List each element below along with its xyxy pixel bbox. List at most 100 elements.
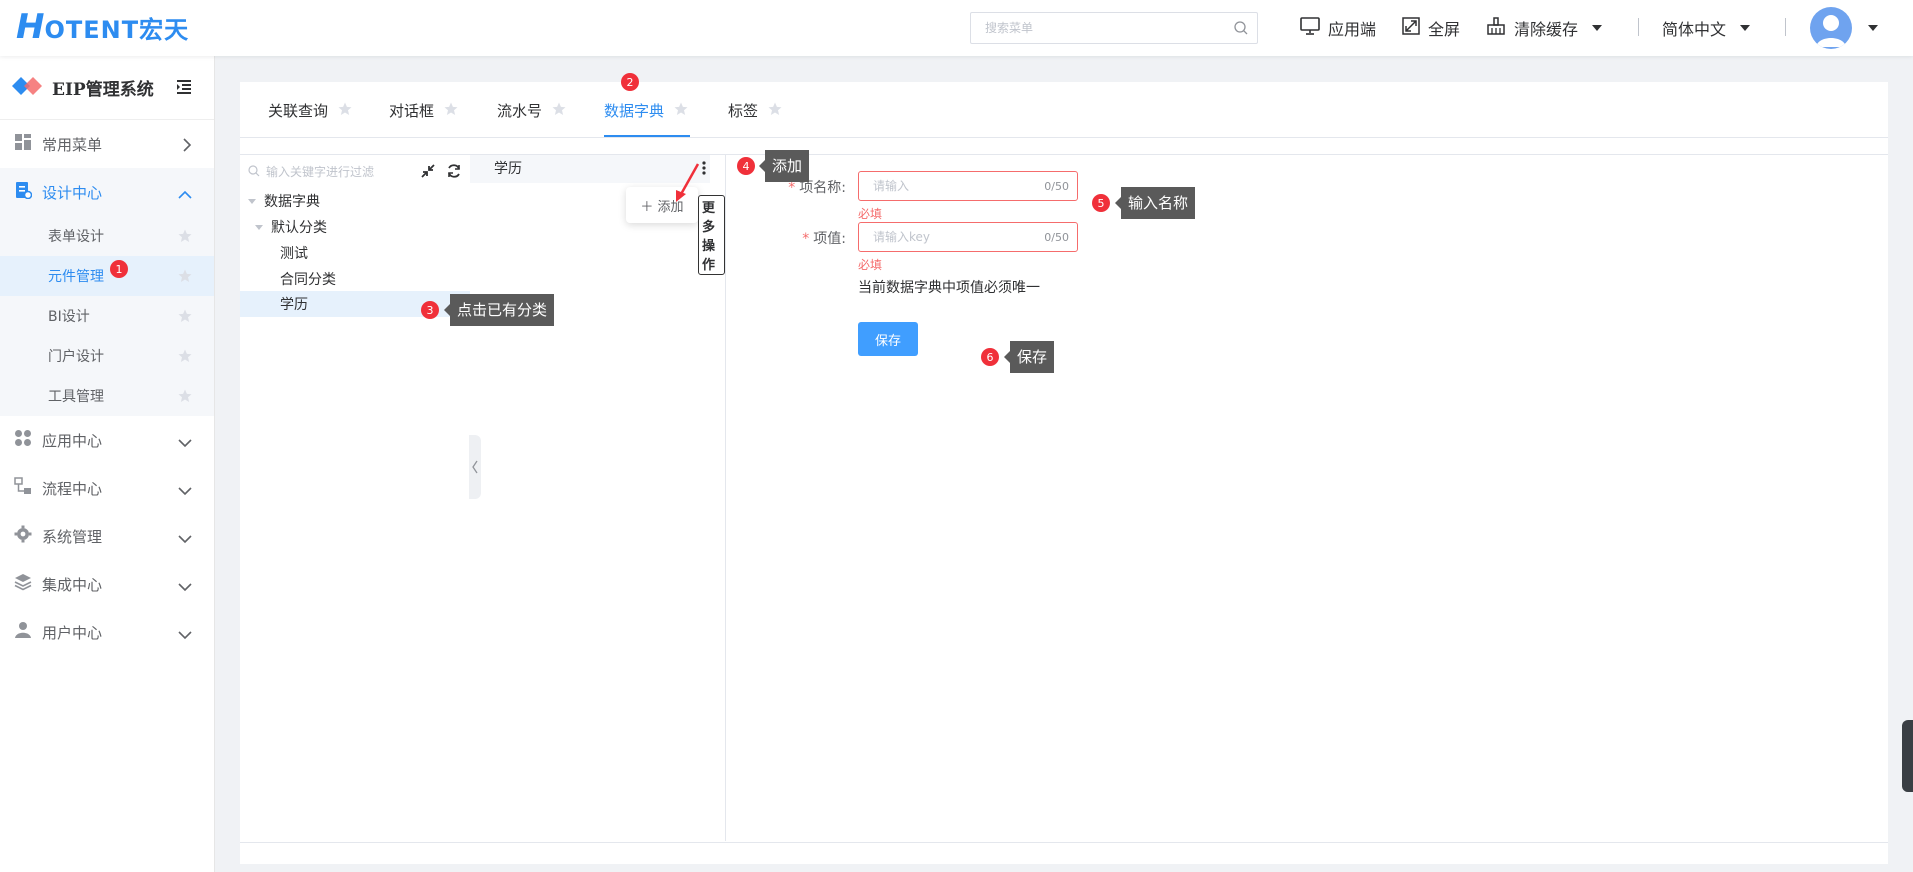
menu-search-input[interactable] <box>985 13 1225 43</box>
side-widget-tab[interactable] <box>1902 720 1913 792</box>
refresh-icon[interactable] <box>446 163 462 183</box>
star-icon[interactable] <box>178 349 192 367</box>
sub-item-label: BI设计 <box>48 309 90 325</box>
collapse-all-icon[interactable] <box>420 163 436 183</box>
item-value-input[interactable] <box>873 223 1033 251</box>
design-doc-icon <box>14 181 33 203</box>
tree-node-label: 测试 <box>280 246 308 262</box>
char-count: 0/50 <box>1044 180 1069 193</box>
star-icon[interactable] <box>444 102 458 120</box>
selected-category-label: 学历 <box>494 161 522 177</box>
tab-related-query[interactable]: 关联查询 <box>268 100 352 121</box>
menu-system-mgmt[interactable]: 系统管理 <box>0 512 214 560</box>
more-vertical-icon[interactable] <box>702 161 706 179</box>
callout-click-category: 点击已有分类 <box>443 294 555 326</box>
save-label: 保存 <box>874 333 901 349</box>
tree-filter-input[interactable] <box>266 165 416 179</box>
star-icon[interactable] <box>178 309 192 327</box>
fullscreen-button[interactable]: 全屏 <box>1402 16 1460 40</box>
star-icon[interactable] <box>178 389 192 407</box>
name-error: 必填 <box>858 207 883 221</box>
star-icon[interactable] <box>178 269 192 287</box>
value-error: 必填 <box>858 258 883 272</box>
star-icon[interactable] <box>178 229 192 247</box>
uniqueness-note: 当前数据字典中项值必须唯一 <box>858 280 1040 296</box>
step-badge-4: 4 <box>737 157 755 175</box>
system-logo-icon <box>12 75 42 101</box>
monitor-icon <box>1300 17 1328 39</box>
save-button[interactable]: 保存 <box>858 322 918 356</box>
tab-tags[interactable]: 标签 <box>728 100 782 121</box>
chevron-down-icon <box>1740 25 1751 31</box>
gear-icon <box>14 525 32 547</box>
sub-item-label: 门户设计 <box>48 349 104 365</box>
sidebar: EIP管理系统 常用菜单 设计中心 表单设计 元件管理 BI设计 门户设计 工具… <box>0 56 215 872</box>
sidebar-item-portal-design[interactable]: 门户设计 <box>0 336 214 376</box>
tree-node-root[interactable]: 数据字典 <box>248 191 320 211</box>
header-divider <box>1638 18 1639 36</box>
clear-cache-button[interactable]: 清除缓存 <box>1486 16 1603 40</box>
menu-app-center[interactable]: 应用中心 <box>0 416 214 464</box>
menu-integration-center[interactable]: 集成中心 <box>0 560 214 608</box>
language-select[interactable]: 简体中文 <box>1662 16 1751 40</box>
menu-fold-icon[interactable] <box>176 80 192 98</box>
search-icon <box>248 164 260 180</box>
clear-cache-label: 清除缓存 <box>1514 20 1579 39</box>
chevron-down-icon[interactable] <box>1868 25 1878 31</box>
tree-node-test[interactable]: 测试 <box>280 243 308 263</box>
menu-label: 应用中心 <box>42 431 103 450</box>
chevron-down-icon <box>1592 25 1603 31</box>
tree-node-contract[interactable]: 合同分类 <box>280 269 336 289</box>
fullscreen-label: 全屏 <box>1428 20 1461 39</box>
tab-dialog[interactable]: 对话框 <box>389 100 458 121</box>
tree-node-label: 默认分类 <box>271 220 327 236</box>
tree-node-label: 数据字典 <box>264 194 320 210</box>
menu-user-center[interactable]: 用户中心 <box>0 608 214 656</box>
chevron-down-icon <box>178 530 192 548</box>
menu-search-box[interactable] <box>970 12 1258 44</box>
sub-item-label: 表单设计 <box>48 229 104 245</box>
system-title: EIP管理系统 <box>52 80 154 100</box>
chevron-down-icon <box>178 482 192 500</box>
star-icon[interactable] <box>338 102 352 120</box>
step-badge-6: 6 <box>981 348 999 366</box>
dictionary-item-list: 学历 ＋ 添加 更多操作 <box>470 155 726 841</box>
required-asterisk: * <box>788 180 796 196</box>
grid-icon <box>14 133 32 155</box>
step-badge-1: 1 <box>110 260 128 278</box>
header-divider <box>1785 18 1786 36</box>
component-tabs: 关联查询 对话框 流水号 数据字典 标签 <box>240 82 1888 138</box>
chevron-up-icon <box>178 186 192 204</box>
app-end-button[interactable]: 应用端 <box>1300 16 1376 40</box>
app-end-label: 应用端 <box>1328 20 1377 39</box>
search-icon[interactable] <box>1233 20 1249 40</box>
step-badge-3: 3 <box>421 301 439 319</box>
menu-design-center[interactable]: 设计中心 <box>0 168 214 216</box>
tab-data-dictionary[interactable]: 数据字典 <box>604 100 688 121</box>
sidebar-item-form-design[interactable]: 表单设计 <box>0 216 214 256</box>
chevron-right-icon <box>182 138 192 156</box>
user-icon <box>14 621 32 643</box>
expand-caret-icon[interactable] <box>255 224 263 230</box>
expand-caret-icon[interactable] <box>248 198 256 204</box>
menu-label: 系统管理 <box>42 527 103 546</box>
sidebar-item-bi-design[interactable]: BI设计 <box>0 296 214 336</box>
star-icon[interactable] <box>552 102 566 120</box>
hotent-logo[interactable]: H OTENT宏天 <box>16 10 189 44</box>
tab-serial-number[interactable]: 流水号 <box>497 100 566 121</box>
menu-common[interactable]: 常用菜单 <box>0 120 214 168</box>
tree-filter[interactable] <box>248 159 418 185</box>
menu-process-center[interactable]: 流程中心 <box>0 464 214 512</box>
item-value-field[interactable]: 0/50 <box>858 222 1078 252</box>
sidebar-item-tool-mgmt[interactable]: 工具管理 <box>0 376 214 416</box>
logo-letter: H <box>16 7 45 47</box>
star-icon[interactable] <box>768 102 782 120</box>
avatar[interactable] <box>1810 7 1852 49</box>
sidebar-item-component-mgmt[interactable]: 元件管理 <box>0 256 214 296</box>
item-name-input[interactable] <box>873 172 1033 200</box>
tree-node-default-category[interactable]: 默认分类 <box>255 217 327 237</box>
star-icon[interactable] <box>674 102 688 120</box>
main-content: 关联查询 对话框 流水号 数据字典 标签 输入关键字进行过滤 数据字典 默认分类… <box>240 82 1888 862</box>
item-name-field[interactable]: 0/50 <box>858 171 1078 201</box>
flow-icon <box>14 477 32 499</box>
